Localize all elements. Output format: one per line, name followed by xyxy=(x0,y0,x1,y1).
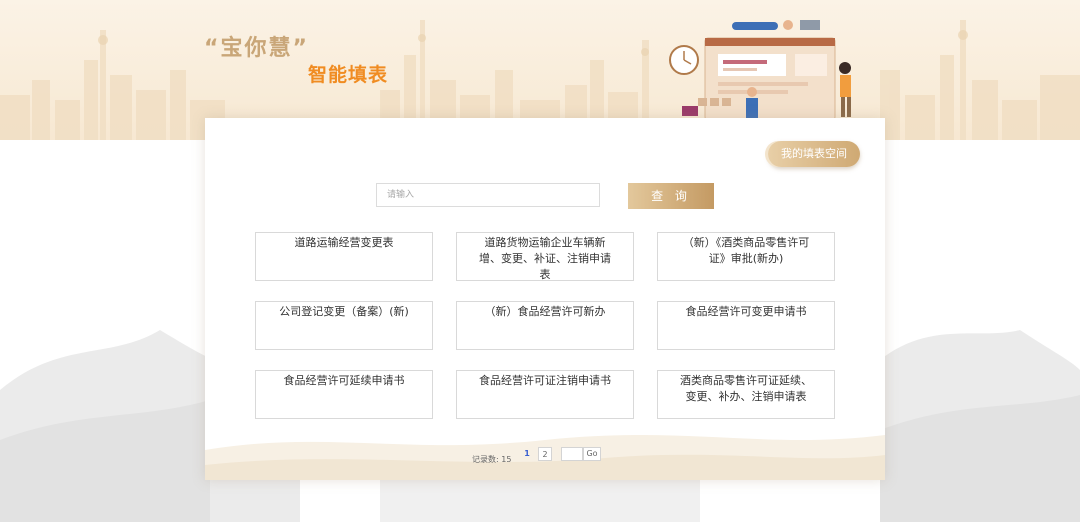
page-jump-input[interactable] xyxy=(561,447,583,461)
go-button[interactable]: Go xyxy=(583,447,601,461)
brand-quote: “宝你慧” xyxy=(204,36,309,61)
search-input[interactable] xyxy=(376,183,600,207)
my-form-space-button[interactable]: 我的填表空间 xyxy=(768,141,860,167)
query-button[interactable]: 查 询 xyxy=(628,183,714,209)
page-link-2[interactable]: 2 xyxy=(538,447,552,461)
form-item[interactable]: 食品经营许可变更申请书 xyxy=(657,301,835,350)
page: “宝你慧” 智能填表 我的填表空间 请输入 查 询 道路运输经营变更表 道路货物… xyxy=(0,0,1080,522)
office-people-illustration xyxy=(669,20,851,121)
form-list: 道路运输经营变更表 道路货物运输企业车辆新增、变更、补证、注销申请表 （新）《酒… xyxy=(255,232,835,422)
form-item[interactable]: 酒类商品零售许可证延续、变更、补办、注销申请表 xyxy=(657,370,835,419)
brand-title: 智能填表 xyxy=(308,64,389,86)
form-item[interactable]: （新）《酒类商品零售许可证》审批(新办) xyxy=(657,232,835,281)
record-count-label: 记录数: 15 xyxy=(472,455,512,464)
form-item[interactable]: 道路运输经营变更表 xyxy=(255,232,433,281)
form-item[interactable]: 道路货物运输企业车辆新增、变更、补证、注销申请表 xyxy=(456,232,634,281)
form-card: 我的填表空间 查 询 道路运输经营变更表 道路货物运输企业车辆新增、变更、补证、… xyxy=(205,118,885,480)
form-item[interactable]: 公司登记变更（备案）(新) xyxy=(255,301,433,350)
page-link-1[interactable]: 1 xyxy=(520,447,534,461)
form-item[interactable]: （新）食品经营许可新办 xyxy=(456,301,634,350)
form-item[interactable]: 食品经营许可延续申请书 xyxy=(255,370,433,419)
form-item[interactable]: 食品经营许可证注销申请书 xyxy=(456,370,634,419)
